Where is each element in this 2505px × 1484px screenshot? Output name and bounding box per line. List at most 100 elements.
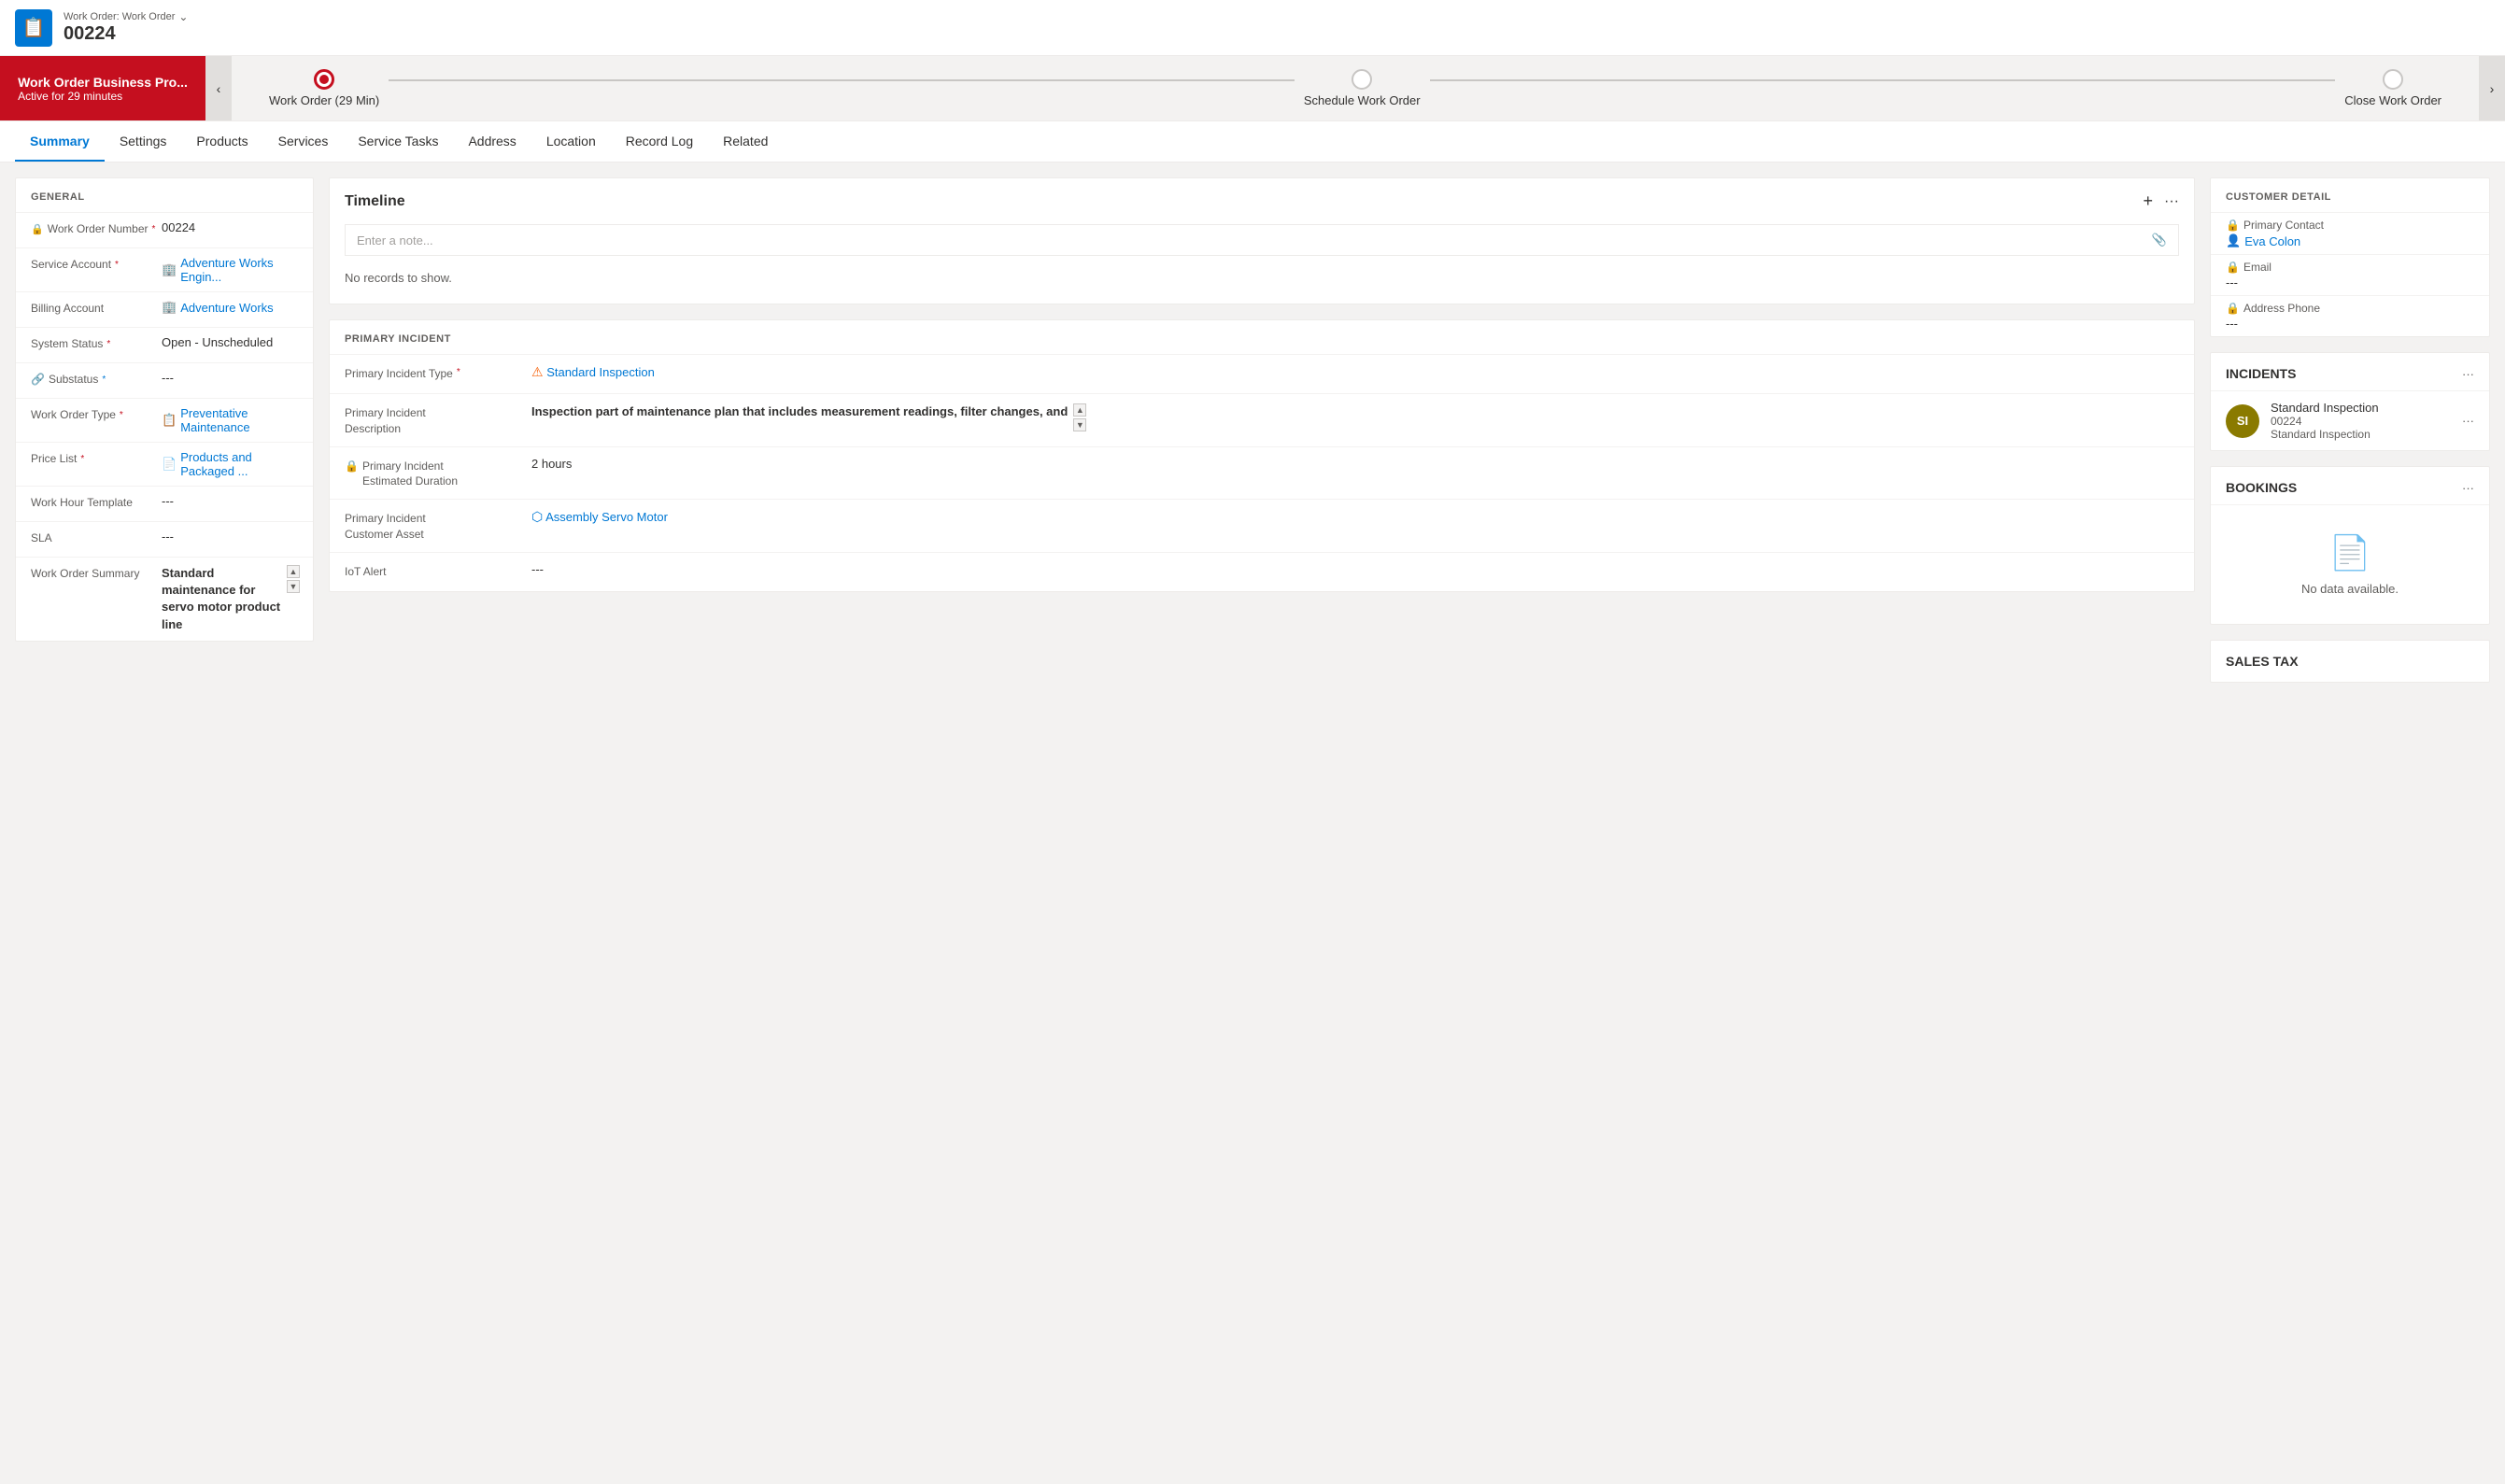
incident-section-title: PRIMARY INCIDENT xyxy=(330,320,2194,354)
tab-location[interactable]: Location xyxy=(531,122,611,162)
field-value-work-hour-template: --- xyxy=(162,494,298,508)
timeline-actions: + ··· xyxy=(2144,191,2180,211)
incident-value-duration: 2 hours xyxy=(531,457,2179,471)
assembly-servo-link[interactable]: Assembly Servo Motor xyxy=(545,510,668,524)
clipboard-icon: 📋 xyxy=(22,16,46,39)
field-label-billing-account: Billing Account xyxy=(31,300,162,315)
incident-value-description: Inspection part of maintenance plan that… xyxy=(531,403,1068,420)
scroll-indicator: ▲ ▼ xyxy=(289,565,298,593)
chevron-down-icon[interactable]: ⌄ xyxy=(178,10,188,23)
field-label-work-hour-template: Work Hour Template xyxy=(31,494,162,509)
field-value-price-list[interactable]: 📄 Products and Packaged ... xyxy=(162,450,298,478)
tab-service-tasks[interactable]: Service Tasks xyxy=(343,122,453,162)
timeline-more-button[interactable]: ··· xyxy=(2164,193,2179,210)
field-primary-contact: 🔒 Primary Contact 👤 Eva Colon xyxy=(2211,212,2489,254)
app-icon: 📋 xyxy=(15,9,52,47)
bpf-step-close[interactable]: Close Work Order xyxy=(2344,69,2441,107)
field-label-work-order-number: 🔒 Work Order Number * xyxy=(31,220,162,235)
lock-icon-contact: 🔒 xyxy=(2226,219,2240,232)
standard-inspection-link[interactable]: Standard Inspection xyxy=(546,365,655,379)
tab-settings[interactable]: Settings xyxy=(105,122,182,162)
incident-label-description: Primary IncidentDescription xyxy=(345,403,531,437)
field-value-work-order-type[interactable]: 📋 Preventative Maintenance xyxy=(162,406,298,434)
timeline-add-button[interactable]: + xyxy=(2144,191,2154,211)
field-value-billing-account[interactable]: 🏢 Adventure Works xyxy=(162,300,298,315)
bookings-no-data-text: No data available. xyxy=(2301,582,2399,596)
incident-label-duration: 🔒 Primary IncidentEstimated Duration xyxy=(345,457,531,490)
right-column: CUSTOMER DETAIL 🔒 Primary Contact 👤 Eva … xyxy=(2210,177,2490,683)
desc-scroll-down[interactable]: ▼ xyxy=(1073,418,1086,431)
tab-related[interactable]: Related xyxy=(708,122,783,162)
bpf-nav-right[interactable]: › xyxy=(2479,56,2505,120)
timeline-input-area: Enter a note... 📎 xyxy=(330,224,2194,263)
field-substatus: 🔗 Substatus * --- xyxy=(16,362,313,398)
bpf-nav-left[interactable]: ‹ xyxy=(205,56,232,120)
tab-services[interactable]: Services xyxy=(263,122,344,162)
value-email: --- xyxy=(2226,276,2474,290)
tab-address[interactable]: Address xyxy=(453,122,531,162)
incident-label-iot: IoT Alert xyxy=(345,562,531,580)
field-price-list: Price List * 📄 Products and Packaged ... xyxy=(16,442,313,486)
field-label-service-account: Service Account * xyxy=(31,256,162,271)
incidents-card: INCIDENTS ··· SI Standard Inspection 002… xyxy=(2210,352,2490,451)
lock-icon-email: 🔒 xyxy=(2226,261,2240,274)
label-address-phone: 🔒 Address Phone xyxy=(2226,302,2474,315)
bpf-bar: Work Order Business Pro... Active for 29… xyxy=(0,56,2505,121)
incident-name: Standard Inspection xyxy=(2271,401,2451,415)
field-value-substatus: --- xyxy=(162,371,298,385)
header-main-title: 00224 xyxy=(64,23,188,45)
description-scroll-indicator: ▲ ▼ xyxy=(1075,403,1084,431)
sales-tax-title: SALES TAX xyxy=(2211,641,2489,682)
app-header: 📋 Work Order: Work Order ⌄ 00224 xyxy=(0,0,2505,56)
incident-value-iot: --- xyxy=(531,562,2179,576)
clipboard-icon-2: 📋 xyxy=(162,413,177,428)
attachment-icon: 📎 xyxy=(2152,233,2167,247)
link-icon: 🔗 xyxy=(31,373,45,386)
field-label-system-status: System Status * xyxy=(31,335,162,350)
incident-item-more-button[interactable]: ··· xyxy=(2462,414,2474,428)
incident-value-asset: ⬡ Assembly Servo Motor xyxy=(531,509,2179,525)
field-billing-account: Billing Account 🏢 Adventure Works xyxy=(16,291,313,327)
incidents-header: INCIDENTS ··· xyxy=(2211,353,2489,390)
bpf-step-label-3: Close Work Order xyxy=(2344,93,2441,107)
value-primary-contact[interactable]: 👤 Eva Colon xyxy=(2226,233,2474,248)
desc-scroll-up[interactable]: ▲ xyxy=(1073,403,1086,417)
lock-icon-phone: 🔒 xyxy=(2226,302,2240,315)
bpf-step-schedule[interactable]: Schedule Work Order xyxy=(1304,69,1421,107)
timeline-header: Timeline + ··· xyxy=(330,178,2194,224)
incident-field-duration: 🔒 Primary IncidentEstimated Duration 2 h… xyxy=(330,446,2194,500)
building-icon: 🏢 xyxy=(162,262,177,277)
lock-icon: 🔒 xyxy=(31,223,44,235)
bookings-no-data: 📄 No data available. xyxy=(2211,504,2489,624)
tab-record-log[interactable]: Record Log xyxy=(611,122,708,162)
field-value-work-order-summary: Standard maintenance for servo motor pro… xyxy=(162,565,285,633)
field-label-substatus: 🔗 Substatus * xyxy=(31,371,162,386)
field-value-sla: --- xyxy=(162,530,298,544)
field-label-price-list: Price List * xyxy=(31,450,162,465)
incident-field-iot: IoT Alert --- xyxy=(330,552,2194,591)
timeline-title: Timeline xyxy=(345,193,405,210)
header-sub-title: Work Order: Work Order ⌄ xyxy=(64,10,188,23)
summary-scroll-area: Standard maintenance for servo motor pro… xyxy=(162,565,298,633)
primary-incident-card: PRIMARY INCIDENT Primary Incident Type *… xyxy=(329,319,2195,592)
incident-field-type: Primary Incident Type * ⚠ Standard Inspe… xyxy=(330,354,2194,393)
tab-products[interactable]: Products xyxy=(181,122,262,162)
bpf-active-stage[interactable]: Work Order Business Pro... Active for 29… xyxy=(0,56,205,120)
scroll-up-button[interactable]: ▲ xyxy=(287,565,300,578)
bookings-more-button[interactable]: ··· xyxy=(2462,481,2474,495)
field-email: 🔒 Email --- xyxy=(2211,254,2489,295)
timeline-placeholder: Enter a note... xyxy=(357,233,433,247)
incidents-more-button[interactable]: ··· xyxy=(2462,367,2474,381)
sales-tax-card: SALES TAX xyxy=(2210,640,2490,683)
incident-value-type: ⚠ Standard Inspection xyxy=(531,364,2179,380)
cube-icon: ⬡ xyxy=(531,509,543,524)
bpf-step-work-order[interactable]: Work Order (29 Min) xyxy=(269,69,379,107)
timeline-note-input[interactable]: Enter a note... 📎 xyxy=(345,224,2179,256)
general-section-title: GENERAL xyxy=(16,178,313,212)
bpf-active-subtitle: Active for 29 minutes xyxy=(18,90,188,103)
bookings-header: BOOKINGS ··· xyxy=(2211,467,2489,504)
field-value-service-account[interactable]: 🏢 Adventure Works Engin... xyxy=(162,256,298,284)
scroll-down-button[interactable]: ▼ xyxy=(287,580,300,593)
timeline-empty-message: No records to show. xyxy=(330,263,2194,304)
tab-summary[interactable]: Summary xyxy=(15,122,105,162)
